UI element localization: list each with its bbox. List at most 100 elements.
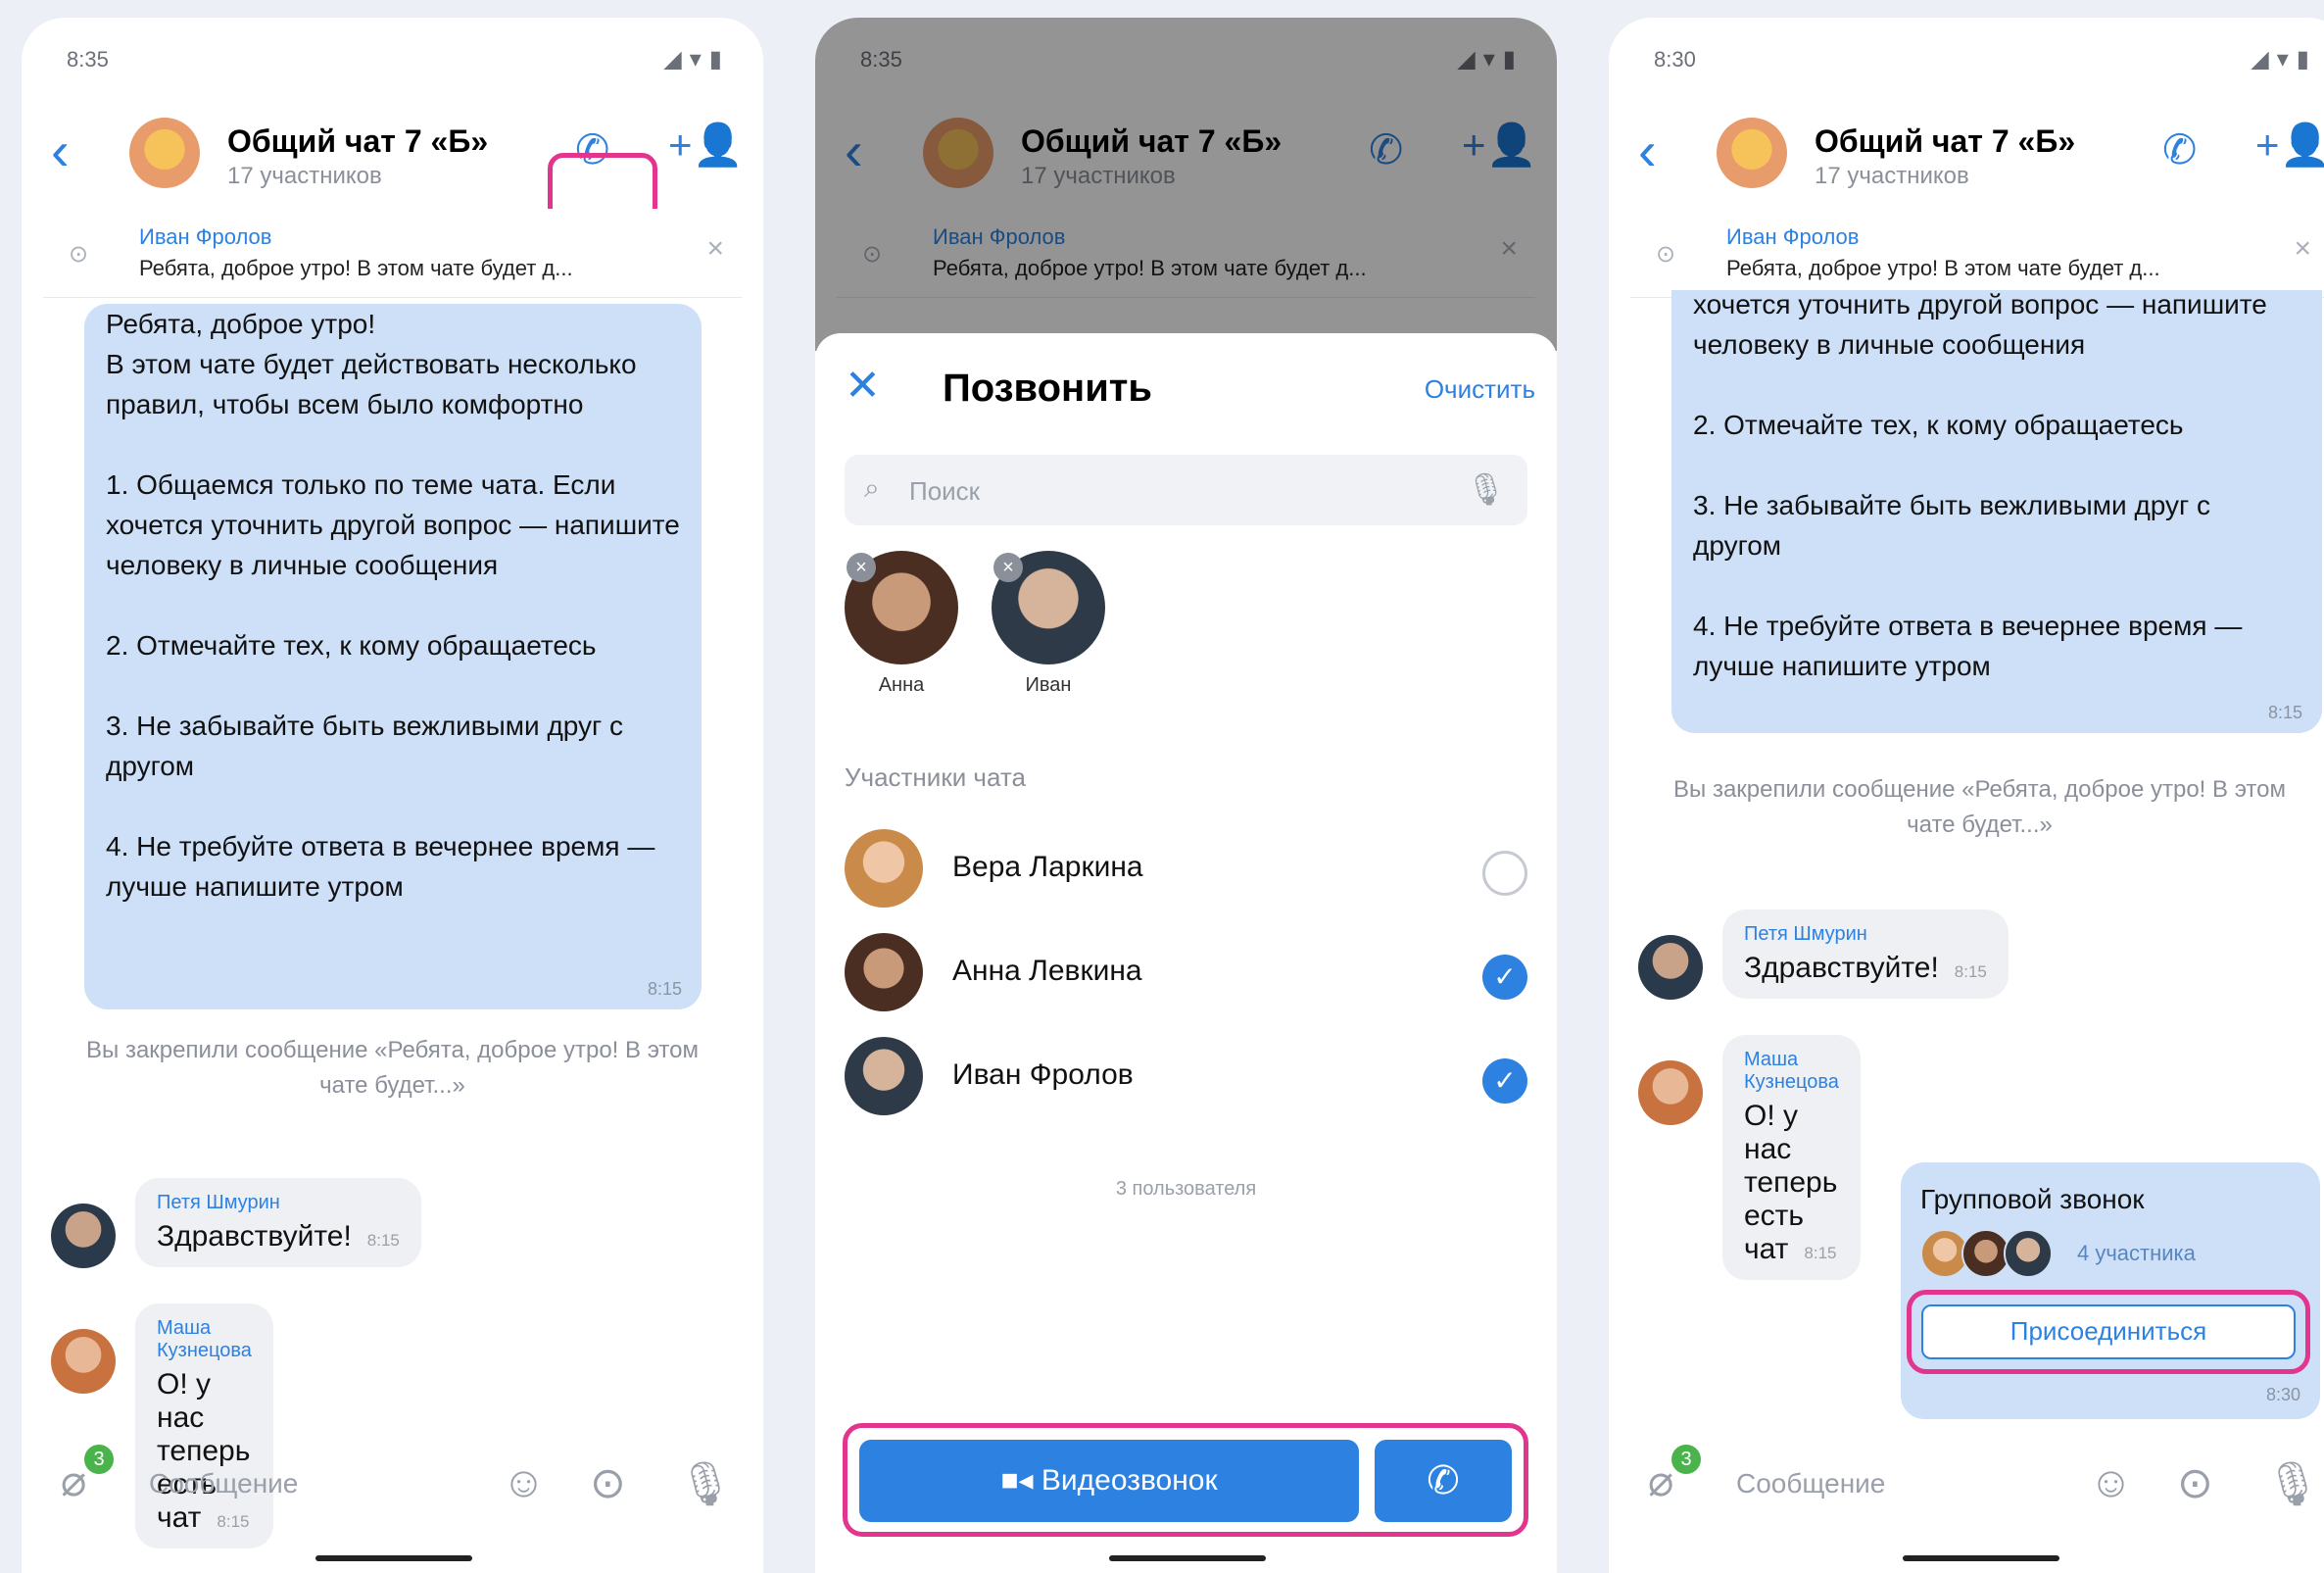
rules-message[interactable]: хочется уточнить другой вопрос — напишит… bbox=[1671, 290, 2322, 733]
avatar: × bbox=[845, 551, 958, 664]
add-user-icon[interactable]: +👤 bbox=[2255, 122, 2324, 170]
emoji-icon[interactable]: ☺ bbox=[502, 1458, 546, 1507]
sender-name[interactable]: Петя Шмурин bbox=[157, 1192, 400, 1214]
back-arrow-icon[interactable]: ‹ bbox=[1638, 123, 1657, 178]
search-icon: ⌕ bbox=[864, 472, 880, 503]
group-call-title: Групповой звонок bbox=[1920, 1184, 2145, 1214]
join-call-button[interactable]: Присоединиться bbox=[1921, 1304, 2296, 1359]
sender-name[interactable]: Маша Кузнецова bbox=[1744, 1049, 1839, 1094]
chat-avatar[interactable] bbox=[129, 118, 200, 188]
message-bubble[interactable]: Петя Шмурин Здравствуйте! 8:15 bbox=[135, 1178, 421, 1267]
member-name: Анна Левкина bbox=[952, 955, 1142, 987]
avatar[interactable] bbox=[51, 1329, 116, 1394]
chat-avatar[interactable] bbox=[1717, 118, 1787, 188]
message-text: О! у нас теперь есть чат bbox=[1744, 1100, 1838, 1265]
phone-icon[interactable]: ✆ bbox=[2162, 125, 2197, 173]
checkmark-icon[interactable]: ✓ bbox=[1482, 1058, 1527, 1104]
sheet-title: Позвонить bbox=[943, 367, 1152, 410]
video-call-button[interactable]: ■◂ Видеозвонок bbox=[859, 1440, 1359, 1522]
chat-header: ‹ Общий чат 7 «Б» 17 участников ✆ +👤 bbox=[1609, 96, 2324, 204]
message-composer: ⌀ 3 Сообщение ☺ ⊙ 🎙 bbox=[22, 1439, 763, 1527]
message-text: Здравствуйте! bbox=[157, 1220, 352, 1253]
avatar bbox=[845, 933, 923, 1011]
video-call-label: Видеозвонок bbox=[1041, 1464, 1218, 1497]
remove-icon[interactable]: × bbox=[847, 553, 876, 582]
selected-count: 3 пользователя bbox=[1115, 1178, 1257, 1200]
status-icons: ◢▾▮ bbox=[2251, 46, 2317, 73]
paperclip-icon[interactable]: ⌀ bbox=[61, 1456, 87, 1506]
sender-name[interactable]: Маша Кузнецова bbox=[157, 1317, 252, 1362]
audio-call-button[interactable]: ✆ bbox=[1375, 1440, 1512, 1522]
emoji-icon[interactable]: ☺ bbox=[2089, 1458, 2133, 1507]
microphone-icon[interactable]: 🎙 bbox=[1466, 470, 1506, 508]
avatar: × bbox=[992, 551, 1105, 664]
search-input[interactable]: ⌕ Поиск 🎙 bbox=[845, 455, 1527, 525]
member-name: Вера Ларкина bbox=[952, 851, 1143, 883]
member-row[interactable]: Анна Левкина ✓ bbox=[845, 927, 1527, 1015]
close-icon[interactable]: × bbox=[2294, 232, 2311, 266]
avatar[interactable] bbox=[1638, 1060, 1703, 1125]
selected-name: Иван bbox=[1025, 674, 1072, 696]
microphone-icon[interactable]: 🎙 bbox=[678, 1458, 733, 1509]
avatar[interactable] bbox=[1638, 935, 1703, 1000]
rules-message-text: Ребята, доброе утро! В этом чате будет д… bbox=[106, 309, 680, 902]
message-time: 8:15 bbox=[1954, 962, 1987, 981]
search-placeholder: Поиск bbox=[909, 476, 981, 506]
sender-name[interactable]: Петя Шмурин bbox=[1744, 923, 1987, 946]
rules-message[interactable]: Ребята, доброе утро! В этом чате будет д… bbox=[84, 304, 702, 1009]
pinned-text: Ребята, доброе утро! В этом чате будет д… bbox=[1726, 256, 2160, 280]
section-title: Участники чата bbox=[845, 762, 1026, 792]
remove-icon[interactable]: × bbox=[993, 553, 1023, 582]
pinned-author: Иван Фролов bbox=[139, 224, 272, 249]
add-user-icon[interactable]: +👤 bbox=[668, 122, 744, 170]
message-input[interactable]: Сообщение bbox=[149, 1468, 298, 1499]
home-indicator bbox=[1903, 1555, 2059, 1561]
pinned-author: Иван Фролов bbox=[1726, 224, 1860, 249]
phone-screen-call-sheet: 8:35 ◢▾▮ ‹ Общий чат 7 «Б» 17 участников… bbox=[815, 18, 1557, 1573]
selected-contact[interactable]: × Анна bbox=[845, 551, 958, 697]
video-message-icon[interactable]: ⊙ bbox=[590, 1458, 626, 1508]
chat-subtitle: 17 участников bbox=[227, 163, 382, 189]
pinned-system-note: Вы закрепили сообщение «Ребята, доброе у… bbox=[1673, 776, 2286, 838]
avatar bbox=[845, 1037, 923, 1115]
group-call-card[interactable]: Групповой звонок 4 участника Присоединит… bbox=[1901, 1162, 2320, 1419]
chat-title[interactable]: Общий чат 7 «Б» bbox=[227, 123, 488, 160]
chat-title[interactable]: Общий чат 7 «Б» bbox=[1815, 123, 2075, 160]
message-bubble[interactable]: Петя Шмурин Здравствуйте! 8:15 bbox=[1722, 909, 2009, 999]
member-row[interactable]: Иван Фролов ✓ bbox=[845, 1031, 1527, 1119]
avatar bbox=[2003, 1229, 2053, 1278]
back-arrow-icon[interactable]: ‹ bbox=[51, 123, 70, 178]
clear-button[interactable]: Очистить bbox=[1425, 374, 1535, 405]
avatar bbox=[845, 829, 923, 908]
message-bubble[interactable]: Маша Кузнецова О! у нас теперь есть чат 8… bbox=[1722, 1035, 1861, 1280]
attachment-badge: 3 bbox=[1671, 1445, 1701, 1474]
home-indicator bbox=[1109, 1555, 1266, 1561]
pinned-message-bar[interactable]: ⊙ Иван Фролов Ребята, доброе утро! В это… bbox=[43, 209, 742, 298]
dim-overlay[interactable] bbox=[815, 18, 1557, 351]
pinned-message-bar[interactable]: ⊙ Иван Фролов Ребята, доброе утро! В это… bbox=[1630, 209, 2324, 298]
unchecked-icon[interactable] bbox=[1482, 851, 1527, 896]
message-time: 8:15 bbox=[366, 1231, 400, 1250]
phone-screen-chat: 8:35 ◢▾▮ ‹ Общий чат 7 «Б» 17 участников… bbox=[22, 18, 763, 1573]
pinned-text: Ребята, доброе утро! В этом чате будет д… bbox=[139, 256, 573, 280]
paperclip-icon[interactable]: ⌀ bbox=[1648, 1456, 1674, 1506]
message-input[interactable]: Сообщение bbox=[1736, 1468, 1885, 1499]
close-icon[interactable]: × bbox=[706, 232, 724, 266]
close-icon[interactable]: ✕ bbox=[845, 361, 881, 411]
avatar[interactable] bbox=[51, 1204, 116, 1268]
phone-icon: ✆ bbox=[1427, 1459, 1460, 1502]
member-row[interactable]: Вера Ларкина bbox=[845, 823, 1527, 911]
phone-screen-group-call: 8:30 ◢▾▮ ‹ Общий чат 7 «Б» 17 участников… bbox=[1609, 18, 2324, 1573]
microphone-icon[interactable]: 🎙 bbox=[2265, 1458, 2320, 1509]
call-sheet: ✕ Позвонить Очистить ⌕ Поиск 🎙 × Анна × … bbox=[815, 333, 1557, 1573]
checkmark-icon[interactable]: ✓ bbox=[1482, 955, 1527, 1000]
message-time: 8:15 bbox=[647, 979, 682, 999]
chat-header: ‹ Общий чат 7 «Б» 17 участников ✆ +👤 bbox=[22, 96, 763, 263]
message-time: 8:30 bbox=[2265, 1385, 2300, 1404]
status-time: 8:30 bbox=[1654, 47, 1696, 72]
selected-contact[interactable]: × Иван bbox=[992, 551, 1105, 697]
video-message-icon[interactable]: ⊙ bbox=[2177, 1458, 2213, 1508]
join-button-highlight: Присоединиться bbox=[1907, 1290, 2310, 1374]
pinned-system-note: Вы закрепили сообщение «Ребята, доброе у… bbox=[86, 1037, 699, 1099]
member-name: Иван Фролов bbox=[952, 1058, 1134, 1091]
